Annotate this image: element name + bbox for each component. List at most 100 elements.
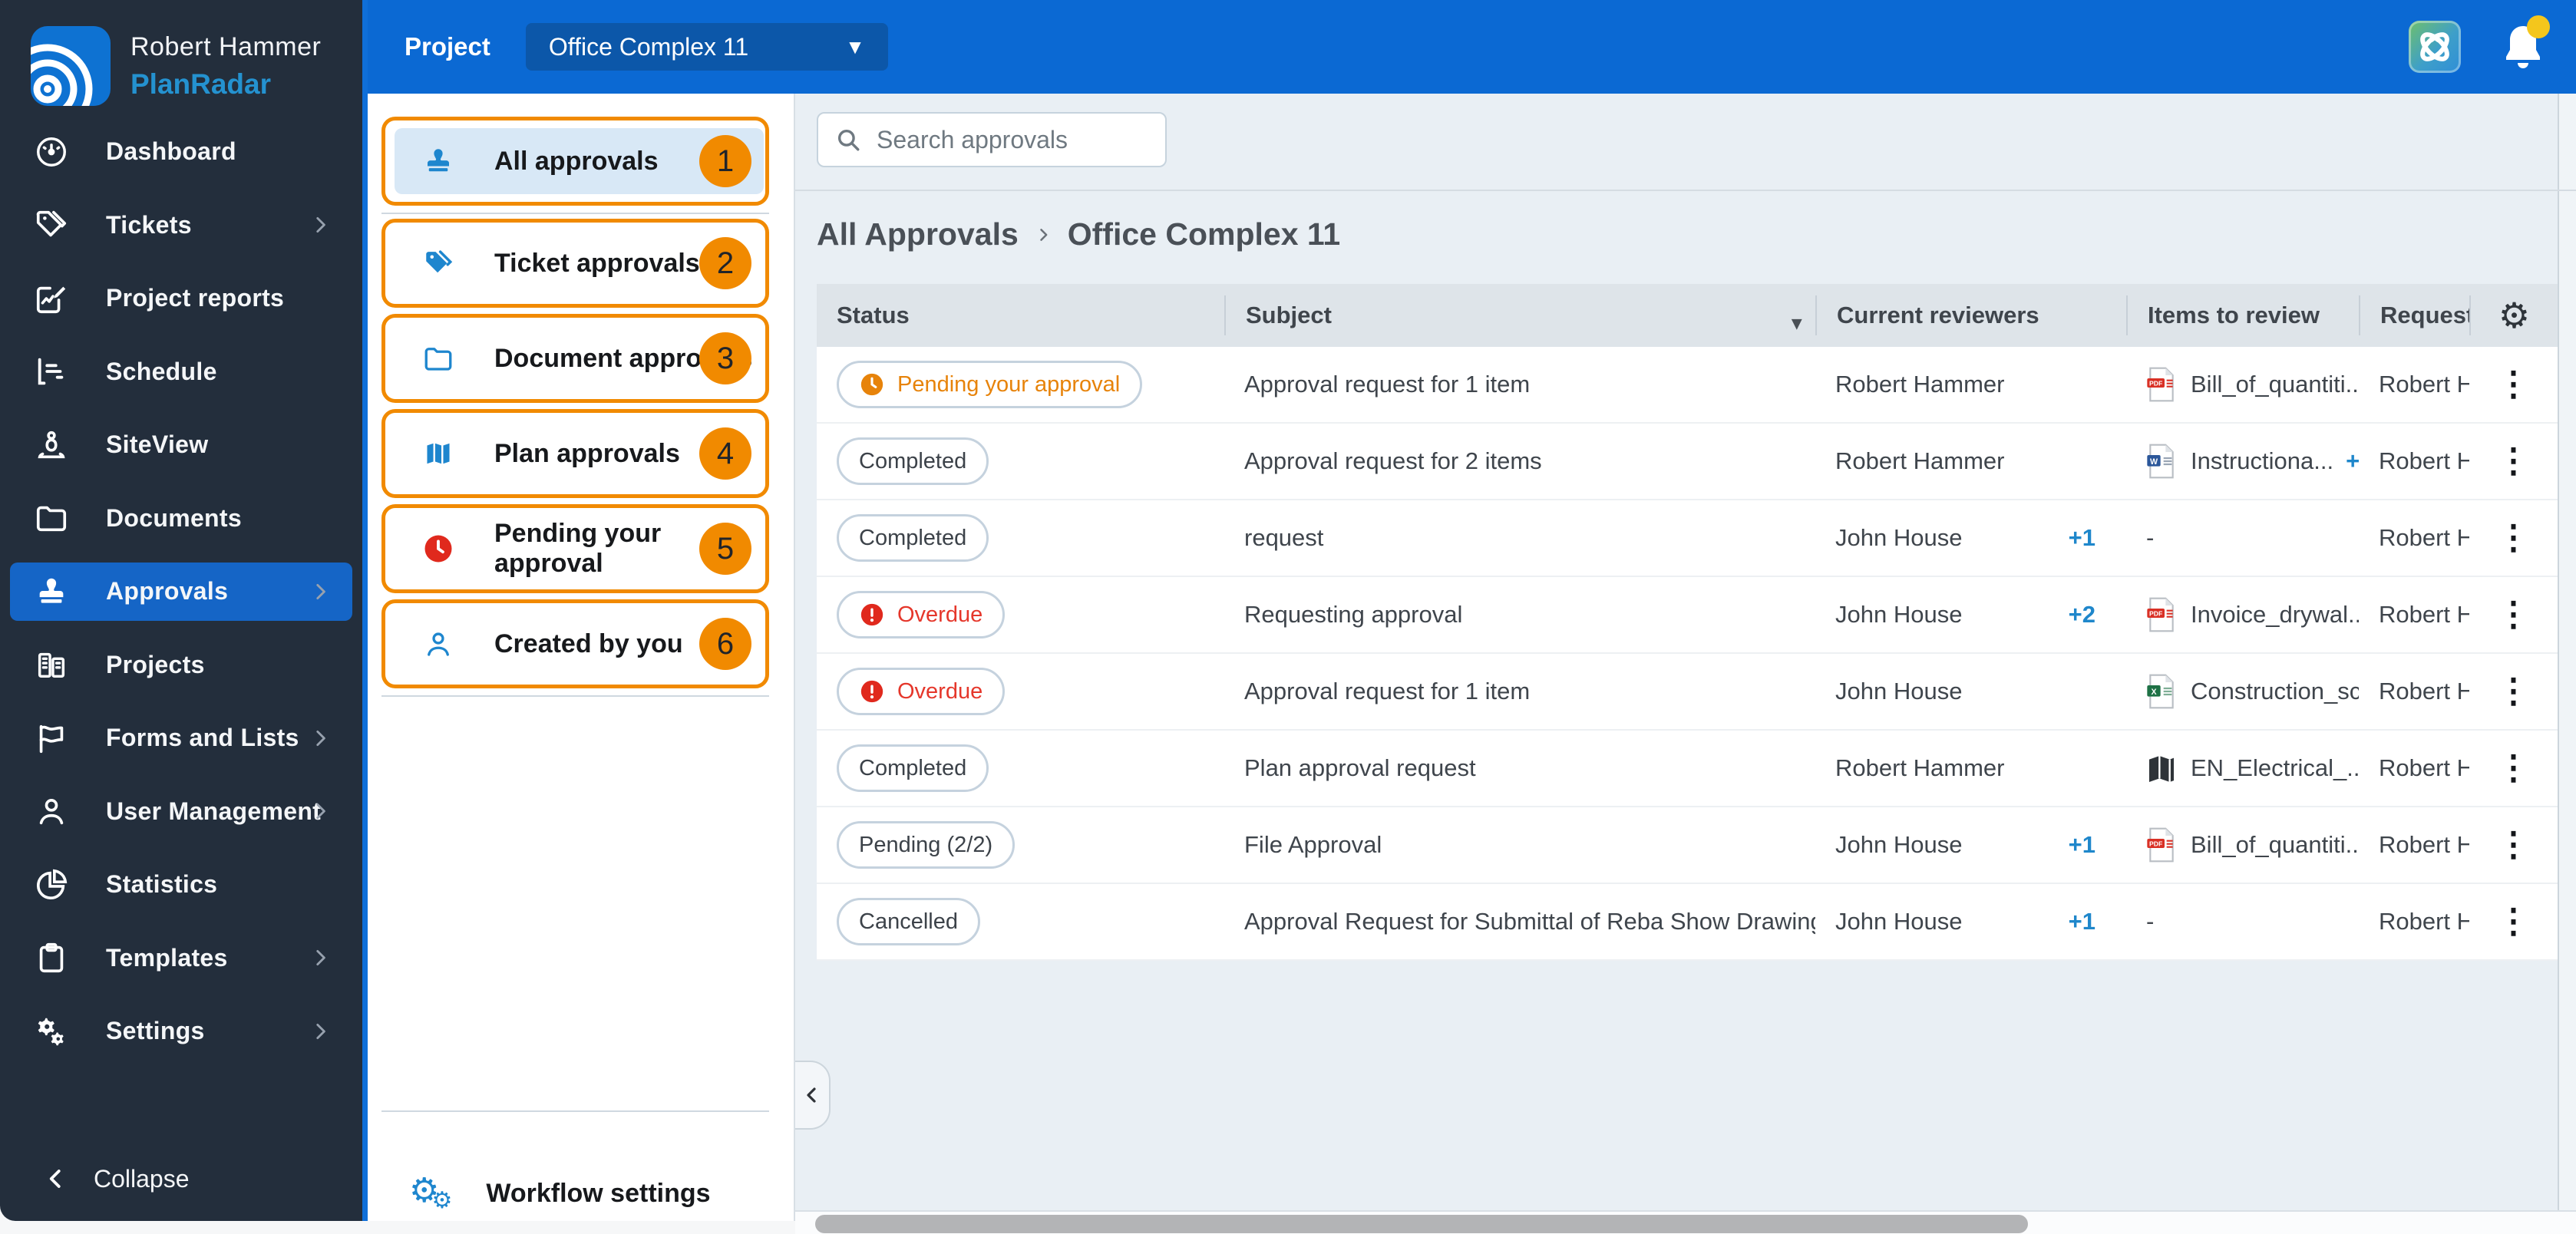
items-cell: PDFInvoice_drywal...: [2126, 596, 2359, 633]
chevron-left-icon: [45, 1167, 68, 1190]
status-badge: Completed: [837, 437, 989, 485]
divider: [381, 1110, 769, 1112]
subject-cell: Requesting approval: [1224, 601, 1815, 629]
person-icon: [34, 794, 69, 829]
sidebar-item-label: User Management: [106, 797, 321, 826]
account-block[interactable]: Robert Hammer PlanRadar: [31, 26, 321, 106]
item-name[interactable]: EN_Electrical_...: [2191, 754, 2359, 782]
column-header-current-reviewers[interactable]: Current reviewers: [1815, 295, 2126, 335]
row-menu-button[interactable]: ⋮: [2497, 368, 2531, 401]
sidebar-item-label: Documents: [106, 504, 242, 533]
item-name[interactable]: Bill_of_quantiti...: [2191, 371, 2359, 398]
table-row[interactable]: OverdueApproval request for 1 itemJohn H…: [817, 654, 2558, 731]
row-menu-button[interactable]: ⋮: [2497, 905, 2531, 939]
vertical-scroll-gutter[interactable]: [2558, 94, 2576, 1210]
sidebar-item-approvals[interactable]: Approvals: [0, 555, 362, 629]
item-name[interactable]: Bill_of_quantiti...: [2191, 831, 2359, 859]
sidebar-item-forms-and-lists[interactable]: Forms and Lists: [0, 701, 362, 775]
table-row[interactable]: Pending (2/2)File ApprovalJohn House+1PD…: [817, 807, 2558, 884]
approvals-filter-panel: All approvals1Ticket approvals2Document …: [368, 94, 795, 1221]
siteview-icon: [34, 427, 69, 463]
sidebar-item-schedule[interactable]: Schedule: [0, 335, 362, 409]
divider: [381, 695, 769, 697]
notification-dot: [2527, 15, 2550, 38]
buildings-icon: [34, 647, 69, 682]
sort-caret-icon[interactable]: ▾: [1792, 303, 1802, 335]
column-header-requester[interactable]: Requester: [2359, 295, 2469, 335]
table-row[interactable]: Pending your approvalApproval request fo…: [817, 347, 2558, 424]
sidebar-item-project-reports[interactable]: Project reports: [0, 262, 362, 335]
reviewer-extra-count[interactable]: +1: [2069, 524, 2095, 552]
sidebar-item-user-management[interactable]: User Management: [0, 775, 362, 849]
item-extra-count[interactable]: +1: [2346, 447, 2359, 475]
sidebar-collapse-button[interactable]: Collapse: [0, 1152, 362, 1206]
sidebar-item-documents[interactable]: Documents: [0, 482, 362, 556]
notifications-button[interactable]: [2501, 21, 2545, 72]
sidebar-item-projects[interactable]: Projects: [0, 629, 362, 702]
annotation-mark-box: Ticket approvals2: [381, 219, 769, 308]
sidebar-item-tickets[interactable]: Tickets: [0, 189, 362, 262]
sidebar-item-statistics[interactable]: Statistics: [0, 848, 362, 922]
reviewer-extra-count[interactable]: +1: [2069, 831, 2095, 859]
brand-name: PlanRadar: [130, 68, 321, 101]
word-file-icon: W: [2146, 443, 2177, 480]
table-row[interactable]: CompletedPlan approval requestRobert Ham…: [817, 731, 2558, 807]
row-menu-button[interactable]: ⋮: [2497, 521, 2531, 555]
table-row[interactable]: CompletedApproval request for 2 itemsRob…: [817, 424, 2558, 500]
row-menu-button[interactable]: ⋮: [2497, 598, 2531, 632]
table-row[interactable]: CompletedrequestJohn House+1-Robert Ha⋮: [817, 500, 2558, 577]
dashboard-icon: [34, 134, 69, 170]
annotation-mark-box: All approvals1: [381, 117, 769, 206]
row-menu-button[interactable]: ⋮: [2497, 828, 2531, 862]
items-cell: PDFBill_of_quantiti...: [2126, 827, 2359, 863]
column-header-subject[interactable]: Subject▾: [1224, 295, 1815, 335]
requester-cell: Robert Ha: [2359, 601, 2469, 629]
subject-cell: Plan approval request: [1224, 754, 1815, 782]
reviewer-extra-count[interactable]: +2: [2069, 601, 2095, 629]
item-name[interactable]: Instructiona...: [2191, 447, 2333, 475]
reviewers-cell: John House+1: [1815, 524, 2126, 552]
sidebar-item-siteview[interactable]: SiteView: [0, 408, 362, 482]
table-row[interactable]: CancelledApproval Request for Submittal …: [817, 884, 2558, 961]
sidebar-item-label: Settings: [106, 1017, 205, 1045]
table-body: Pending your approvalApproval request fo…: [817, 347, 2558, 961]
sidebar-item-label: Statistics: [106, 870, 217, 899]
workflow-settings-button[interactable]: ⚙⚙Workflow settings: [381, 1159, 769, 1228]
project-select[interactable]: Office Complex 11 ▼: [526, 23, 888, 71]
svg-text:X: X: [2151, 688, 2157, 697]
workflow-gears-icon: ⚙⚙: [409, 1174, 452, 1213]
item-name[interactable]: Invoice_drywal...: [2191, 601, 2359, 629]
breadcrumb-all-approvals[interactable]: All Approvals: [817, 216, 1019, 252]
column-header-status[interactable]: Status: [817, 295, 1224, 335]
status-badge: Cancelled: [837, 898, 980, 945]
chevron-right-icon: [310, 948, 330, 968]
search-icon: [835, 127, 861, 153]
row-menu-button[interactable]: ⋮: [2497, 444, 2531, 478]
annotation-mark-box: Created by you6: [381, 599, 769, 688]
items-cell: -: [2126, 908, 2359, 935]
column-settings-button[interactable]: ⚙: [2469, 295, 2558, 335]
table-header-row: StatusSubject▾Current reviewersItems to …: [817, 284, 2558, 347]
status-badge: Overdue: [837, 668, 1005, 715]
sidebar-item-dashboard[interactable]: Dashboard: [0, 115, 362, 189]
item-name[interactable]: Construction_sc...: [2191, 678, 2359, 705]
topbar: Project Office Complex 11 ▼: [368, 0, 2576, 94]
reviewer-extra-count[interactable]: +1: [2069, 908, 2095, 935]
panel-collapse-tab[interactable]: [795, 1061, 831, 1130]
column-header-items-to-review[interactable]: Items to review: [2126, 295, 2359, 335]
divider: [381, 213, 769, 214]
sidebar-item-settings[interactable]: Settings: [0, 995, 362, 1068]
row-menu-button[interactable]: ⋮: [2497, 751, 2531, 785]
subject-cell: Approval request for 1 item: [1224, 371, 1815, 398]
reviewers-cell: John House+2: [1815, 601, 2126, 629]
horizontal-scrollbar-thumb[interactable]: [815, 1215, 2028, 1233]
connect-app-icon[interactable]: [2409, 21, 2461, 73]
sidebar-item-label: Tickets: [106, 211, 192, 239]
chevron-right-icon: [310, 1021, 330, 1041]
table-row[interactable]: OverdueRequesting approvalJohn House+2PD…: [817, 577, 2558, 654]
flag-icon: [34, 721, 69, 756]
row-menu-button[interactable]: ⋮: [2497, 675, 2531, 708]
search-input[interactable]: [877, 126, 1145, 154]
sidebar-item-templates[interactable]: Templates: [0, 922, 362, 995]
clock-icon: [422, 533, 454, 565]
